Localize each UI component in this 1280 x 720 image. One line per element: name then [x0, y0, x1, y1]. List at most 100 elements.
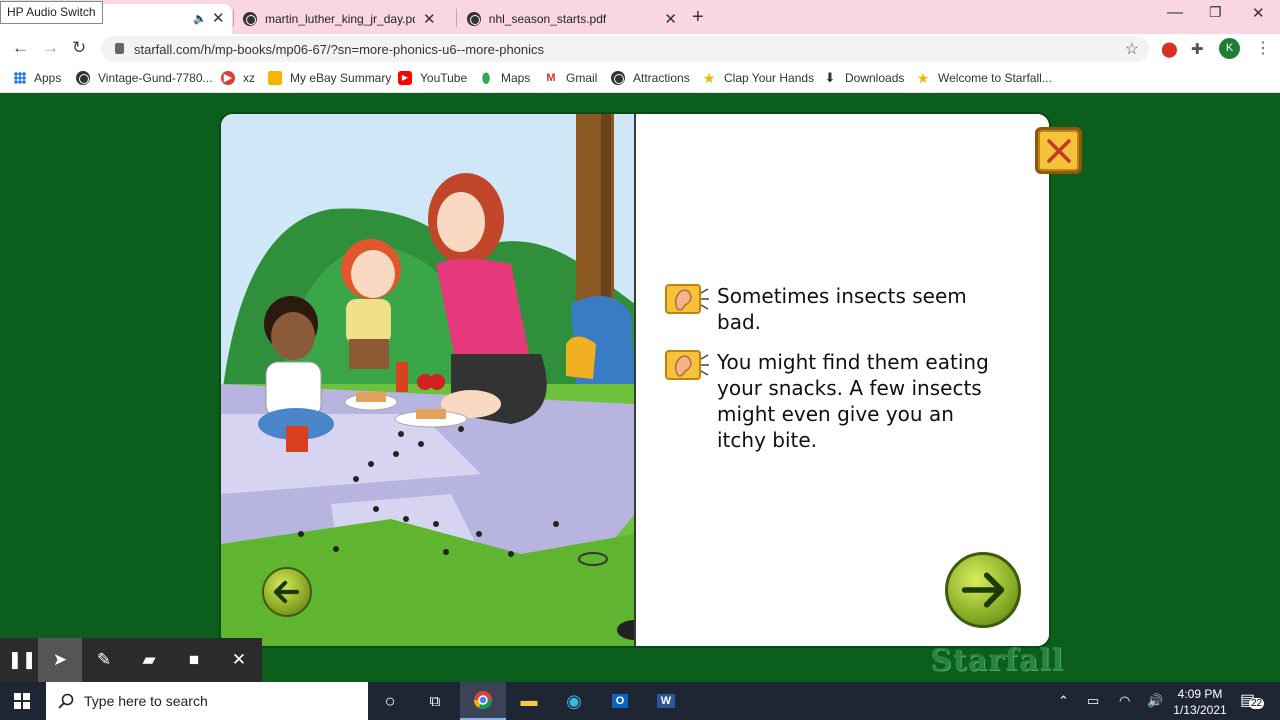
- apps-grid-icon: [14, 72, 26, 84]
- close-window-icon[interactable]: ✕: [1252, 4, 1265, 22]
- browser-toolbar: ← → ↻ starfall.com/h/mp-books/mp06-67/?s…: [0, 34, 1280, 64]
- volume-icon[interactable]: 🔊: [1147, 693, 1163, 709]
- page-divider: [634, 114, 636, 646]
- speaker-icon[interactable]: 🔈: [193, 12, 207, 25]
- annotation-toolbar: ❚❚ ➤ ✎ ▰ ■ ✕: [0, 638, 262, 682]
- edge-icon[interactable]: ◉: [551, 682, 597, 720]
- battery-icon[interactable]: ▭: [1087, 693, 1099, 709]
- tab-label: martin_luther_king_jr_day.pdf: [265, 12, 415, 26]
- bookmark-apps[interactable]: Apps: [14, 71, 61, 85]
- windows-taskbar: Type here to search ○ ⧉ ▬ ◉ O W ⌃ ▭ ◠ 🔊 …: [0, 682, 1280, 720]
- story-line-text: Sometimes insects seem bad.: [717, 284, 967, 334]
- youtube-icon: ▶: [398, 71, 412, 85]
- menu-kebab-icon[interactable]: ⋮: [1255, 38, 1271, 58]
- clock-date: 1/13/2021: [1173, 703, 1227, 717]
- cortana-icon[interactable]: ○: [367, 682, 413, 720]
- globe-icon: [611, 71, 625, 85]
- bookmarks-bar: Apps Vintage-Gund-7780... ▶ xz My eBay S…: [0, 64, 1280, 93]
- download-icon: ⬇: [824, 70, 836, 85]
- ear-listen-icon[interactable]: [665, 349, 709, 381]
- clock[interactable]: 4:09 PM 1/13/2021: [1170, 686, 1230, 718]
- bookmark-label: Downloads: [845, 71, 905, 85]
- address-bar[interactable]: starfall.com/h/mp-books/mp06-67/?sn=more…: [101, 36, 1149, 62]
- lock-icon: [115, 43, 124, 54]
- story-line-text: You might find them eating your snacks. …: [717, 350, 989, 452]
- globe-icon: [467, 12, 481, 26]
- back-icon[interactable]: ←: [12, 38, 29, 58]
- bookmark-attractions[interactable]: Attractions: [611, 71, 690, 85]
- maps-pin-icon: ⬮: [481, 70, 491, 86]
- close-annotation-icon[interactable]: ✕: [217, 638, 261, 682]
- ear-listen-icon[interactable]: [665, 283, 709, 315]
- camera-icon[interactable]: ■: [172, 638, 216, 682]
- tab-separator: [233, 9, 234, 27]
- bookmark-label: Clap Your Hands: [724, 71, 815, 85]
- pen-icon[interactable]: ✎: [82, 638, 126, 682]
- bookmark-ebay[interactable]: My eBay Summary: [268, 71, 391, 85]
- next-page-button[interactable]: [945, 552, 1021, 628]
- arrow-left-icon: [273, 580, 300, 604]
- tab-strip: 🔈 ✕ HP Audio Switch martin_luther_king_j…: [0, 0, 1280, 34]
- hp-audio-switch-tooltip: HP Audio Switch: [0, 1, 103, 24]
- bookmark-label: Vintage-Gund-7780...: [98, 71, 213, 85]
- highlighter-icon[interactable]: ▰: [127, 638, 171, 682]
- bookmark-label: My eBay Summary: [290, 71, 392, 85]
- bookmark-downloads[interactable]: ⬇ Downloads: [823, 70, 905, 86]
- taskbar-search-box[interactable]: Type here to search: [46, 682, 368, 720]
- word-icon[interactable]: W: [643, 682, 689, 720]
- book-spread: Sometimes insects seem bad. You might fi…: [219, 112, 1051, 648]
- chrome-icon[interactable]: [460, 682, 506, 720]
- reload-icon[interactable]: ↻: [72, 38, 86, 58]
- starfall-star-icon: ★: [702, 70, 716, 86]
- notification-count: 22: [1249, 698, 1265, 709]
- bookmark-label: YouTube: [420, 71, 468, 85]
- play-icon: ▶: [221, 71, 235, 85]
- profile-avatar[interactable]: K: [1219, 38, 1240, 59]
- bookmark-label: Apps: [34, 71, 62, 85]
- close-x-icon: [1046, 138, 1071, 163]
- restore-icon[interactable]: ❐: [1209, 4, 1222, 21]
- starfall-star-icon: ★: [916, 70, 930, 86]
- bag-icon: [268, 71, 282, 85]
- bookmark-maps[interactable]: ⬮ Maps: [479, 70, 531, 86]
- file-explorer-icon[interactable]: ▬: [506, 682, 552, 720]
- close-tab-icon[interactable]: ✕: [212, 9, 225, 27]
- tab-label: nhl_season_starts.pdf: [488, 12, 607, 26]
- tab-martin-luther-king[interactable]: martin_luther_king_jr_day.pdf ✕: [243, 4, 453, 34]
- bookmark-label: Gmail: [566, 71, 598, 85]
- wifi-icon[interactable]: ◠: [1119, 693, 1130, 709]
- close-book-button[interactable]: [1035, 127, 1082, 174]
- bookmark-gmail[interactable]: M Gmail: [544, 71, 597, 85]
- extensions-puzzle-icon[interactable]: ✚: [1191, 40, 1204, 58]
- globe-icon: [243, 12, 257, 26]
- starfall-logo: Starfall: [930, 643, 1064, 678]
- url-text: starfall.com/h/mp-books/mp06-67/?sn=more…: [134, 42, 545, 57]
- globe-icon: [76, 71, 90, 85]
- previous-page-button[interactable]: [262, 567, 312, 617]
- outlook-icon[interactable]: O: [597, 682, 643, 720]
- tray-chevron-icon[interactable]: ⌃: [1058, 693, 1069, 709]
- notifications-button[interactable]: ▤ 22: [1240, 690, 1265, 710]
- bookmark-welcome-starfall[interactable]: ★ Welcome to Starfall...: [916, 71, 1052, 85]
- starfall-page: Sometimes insects seem bad. You might fi…: [0, 93, 1280, 682]
- bookmark-clap-your-hands[interactable]: ★ Clap Your Hands: [702, 71, 814, 85]
- new-tab-icon[interactable]: +: [692, 6, 704, 29]
- close-tab-icon[interactable]: ✕: [423, 10, 436, 28]
- bookmark-label: Welcome to Starfall...: [938, 71, 1052, 85]
- bookmark-youtube[interactable]: ▶ YouTube: [398, 71, 467, 85]
- gmail-icon: M: [546, 72, 556, 84]
- extension-record-icon[interactable]: ⬤: [1161, 40, 1178, 58]
- bookmark-star-icon[interactable]: ☆: [1125, 39, 1139, 59]
- close-tab-icon[interactable]: ✕: [664, 10, 677, 28]
- minimize-icon[interactable]: —: [1167, 4, 1183, 22]
- story-line[interactable]: You might find them eating your snacks. …: [665, 349, 997, 453]
- story-line[interactable]: Sometimes insects seem bad.: [665, 283, 997, 335]
- bookmark-label: Maps: [501, 71, 531, 85]
- windows-start-icon[interactable]: [14, 693, 30, 709]
- task-view-icon[interactable]: ⧉: [412, 682, 458, 720]
- bookmark-vintage-gund[interactable]: Vintage-Gund-7780...: [76, 71, 213, 85]
- pointer-icon[interactable]: ➤: [38, 638, 82, 682]
- bookmark-xz[interactable]: ▶ xz: [221, 71, 255, 85]
- forward-icon[interactable]: →: [42, 38, 59, 58]
- tab-nhl-season[interactable]: nhl_season_starts.pdf ✕: [467, 4, 677, 34]
